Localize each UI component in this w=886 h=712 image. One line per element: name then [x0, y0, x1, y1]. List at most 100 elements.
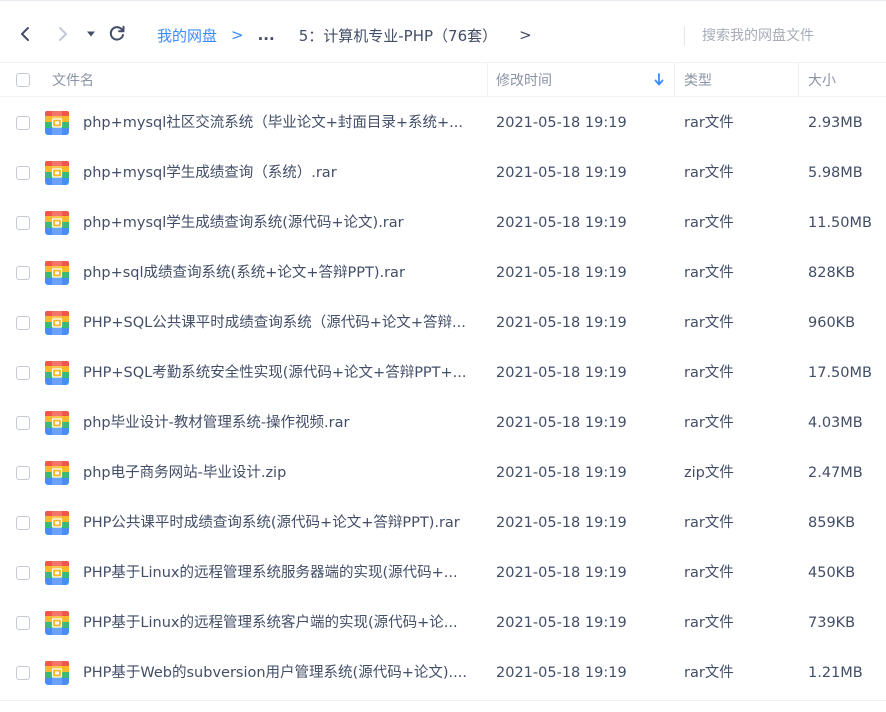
table-row[interactable]: php+mysql学生成绩查询（系统）.rar 2021-05-18 19:19 r… [0, 148, 886, 198]
history-dropdown-button[interactable] [80, 21, 102, 47]
file-type: rar文件 [684, 365, 734, 381]
row-checkbox[interactable] [16, 466, 30, 480]
file-modified: 2021-05-18 19:19 [496, 565, 627, 581]
row-checkbox[interactable] [16, 516, 30, 530]
toolbar: 我的网盘 > ... 5：计算机专业-PHP（76套） > [0, 0, 886, 63]
file-name[interactable]: php+mysql社区交流系统（毕业论文+封面目录+系统+... [83, 98, 483, 148]
file-list: php+mysql社区交流系统（毕业论文+封面目录+系统+... 2021-05-… [0, 98, 886, 698]
column-divider [487, 63, 488, 97]
breadcrumb-current: 5：计算机专业-PHP（76套） [298, 26, 498, 45]
list-bottom-border [0, 700, 886, 701]
archive-file-icon [44, 110, 70, 136]
breadcrumb-next-separator[interactable]: > [519, 26, 532, 44]
file-size: 4.03MB [808, 415, 863, 431]
table-row[interactable]: php电子商务网站-毕业设计.zip 2021-05-18 19:19 zip文件 2… [0, 448, 886, 498]
archive-file-icon [44, 160, 70, 186]
breadcrumb: 我的网盘 > ... 5：计算机专业-PHP（76套） > [157, 23, 532, 47]
table-row[interactable]: PHP+SQL考勤系统安全性实现(源代码+论文+答辩PPT+... 2021-05… [0, 348, 886, 398]
forward-button[interactable] [50, 21, 76, 47]
column-header-type[interactable]: 类型 [684, 63, 712, 96]
table-row[interactable]: php毕业设计-教材管理系统-操作视频.rar 2021-05-18 19:19 r… [0, 398, 886, 448]
file-name[interactable]: PHP基于Web的subversion用户管理系统(源代码+论文).... [83, 648, 483, 698]
breadcrumb-ellipsis[interactable]: ... [258, 26, 275, 44]
column-divider [674, 63, 675, 97]
table-row[interactable]: PHP+SQL公共课平时成绩查询系统（源代码+论文+答辩... 2021-05-1… [0, 298, 886, 348]
breadcrumb-root[interactable]: 我的网盘 [157, 25, 217, 46]
file-type: rar文件 [684, 415, 734, 431]
refresh-button[interactable] [104, 21, 130, 47]
file-size: 828KB [808, 265, 856, 281]
row-checkbox[interactable] [16, 116, 30, 130]
file-type: rar文件 [684, 315, 734, 331]
row-checkbox[interactable] [16, 616, 30, 630]
file-size: 17.50MB [808, 365, 872, 381]
file-modified: 2021-05-18 19:19 [496, 265, 627, 281]
file-name[interactable]: php+mysql学生成绩查询系统(源代码+论文).rar [83, 198, 483, 248]
column-header-name[interactable]: 文件名 [52, 63, 94, 96]
file-name[interactable]: PHP基于Linux的远程管理系统服务器端的实现(源代码+... [83, 548, 483, 598]
file-size: 450KB [808, 565, 856, 581]
chevron-right-icon [59, 27, 67, 41]
table-row[interactable]: PHP基于Linux的远程管理系统客户端的实现(源代码+论... 2021-05-… [0, 598, 886, 648]
row-checkbox[interactable] [16, 666, 30, 680]
file-size: 739KB [808, 615, 856, 631]
file-size: 11.50MB [808, 215, 872, 231]
file-type: rar文件 [684, 265, 734, 281]
file-modified: 2021-05-18 19:19 [496, 615, 627, 631]
file-name[interactable]: php毕业设计-教材管理系统-操作视频.rar [83, 398, 483, 448]
archive-file-icon [44, 660, 70, 686]
file-modified: 2021-05-18 19:19 [496, 415, 627, 431]
file-modified: 2021-05-18 19:19 [496, 365, 627, 381]
select-all-checkbox-wrap[interactable] [16, 63, 30, 96]
back-button[interactable] [12, 21, 38, 47]
row-checkbox[interactable] [16, 416, 30, 430]
file-name[interactable]: php电子商务网站-毕业设计.zip [83, 448, 483, 498]
column-header-modified[interactable]: 修改时间 [496, 63, 552, 96]
table-row[interactable]: php+sql成绩查询系统(系统+论文+答辩PPT).rar 2021-05-18… [0, 248, 886, 298]
row-checkbox[interactable] [16, 366, 30, 380]
select-all-checkbox[interactable] [16, 72, 30, 87]
file-size: 1.21MB [808, 665, 863, 681]
column-header-size[interactable]: 大小 [808, 63, 836, 96]
table-row[interactable]: php+mysql学生成绩查询系统(源代码+论文).rar 2021-05-18 … [0, 198, 886, 248]
file-size: 5.98MB [808, 165, 863, 181]
archive-file-icon [44, 610, 70, 636]
file-name[interactable]: php+sql成绩查询系统(系统+论文+答辩PPT).rar [83, 248, 483, 298]
file-name[interactable]: php+mysql学生成绩查询（系统）.rar [83, 148, 483, 198]
file-type: rar文件 [684, 615, 734, 631]
file-modified: 2021-05-18 19:19 [496, 515, 627, 531]
table-row[interactable]: PHP基于Web的subversion用户管理系统(源代码+论文).... 202… [0, 648, 886, 698]
archive-file-icon [44, 310, 70, 336]
file-name[interactable]: PHP公共课平时成绩查询系统(源代码+论文+答辩PPT).rar [83, 498, 483, 548]
chevron-left-icon [21, 27, 29, 41]
row-checkbox[interactable] [16, 216, 30, 230]
archive-file-icon [44, 510, 70, 536]
caret-down-icon [87, 31, 95, 37]
table-row[interactable]: php+mysql社区交流系统（毕业论文+封面目录+系统+... 2021-05-… [0, 98, 886, 148]
table-row[interactable]: PHP公共课平时成绩查询系统(源代码+论文+答辩PPT).rar 2021-05-… [0, 498, 886, 548]
row-checkbox[interactable] [16, 266, 30, 280]
file-name[interactable]: PHP基于Linux的远程管理系统客户端的实现(源代码+论... [83, 598, 483, 648]
file-modified: 2021-05-18 19:19 [496, 315, 627, 331]
row-checkbox[interactable] [16, 566, 30, 580]
file-size: 859KB [808, 515, 856, 531]
sort-desc-indicator[interactable] [654, 63, 664, 96]
search-input[interactable] [700, 23, 874, 49]
file-name[interactable]: PHP+SQL公共课平时成绩查询系统（源代码+论文+答辩... [83, 298, 483, 348]
archive-file-icon [44, 260, 70, 286]
search-divider [684, 26, 685, 46]
refresh-icon [109, 25, 125, 41]
table-row[interactable]: PHP基于Linux的远程管理系统服务器端的实现(源代码+... 2021-05-… [0, 548, 886, 598]
file-modified: 2021-05-18 19:19 [496, 165, 627, 181]
row-checkbox[interactable] [16, 166, 30, 180]
file-type: rar文件 [684, 215, 734, 231]
file-size: 2.93MB [808, 115, 863, 131]
file-name[interactable]: PHP+SQL考勤系统安全性实现(源代码+论文+答辩PPT+... [83, 348, 483, 398]
file-modified: 2021-05-18 19:19 [496, 115, 627, 131]
archive-file-icon [44, 360, 70, 386]
file-type: rar文件 [684, 665, 734, 681]
column-divider [798, 63, 799, 97]
archive-file-icon [44, 210, 70, 236]
arrow-down-icon [654, 73, 664, 86]
row-checkbox[interactable] [16, 316, 30, 330]
